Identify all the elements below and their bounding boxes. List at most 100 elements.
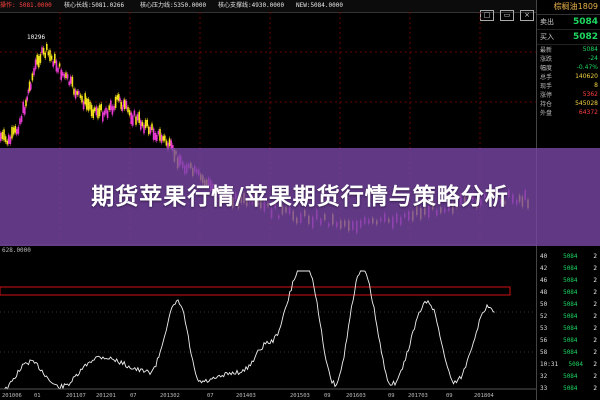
tick-row: 40 5084 2 bbox=[537, 250, 600, 262]
candle-body bbox=[151, 123, 153, 131]
candle-body bbox=[70, 76, 72, 84]
x-label: 07 bbox=[207, 393, 214, 399]
tick-count: 2 bbox=[593, 372, 597, 380]
tick-price: 5084 bbox=[563, 264, 578, 272]
candle-body bbox=[127, 107, 129, 113]
x-label: 01 bbox=[34, 393, 41, 399]
candle-body bbox=[159, 128, 161, 141]
tick-count: 2 bbox=[593, 276, 597, 284]
stat-value: 5362 bbox=[582, 91, 598, 98]
highlight-band bbox=[0, 286, 511, 296]
tick-price: 5084 bbox=[568, 360, 583, 368]
stat-label: 最新 bbox=[540, 47, 553, 54]
candle-body bbox=[78, 91, 80, 95]
tick-time: 33 bbox=[540, 384, 548, 392]
candle-body bbox=[76, 91, 78, 95]
candle-body bbox=[102, 112, 104, 122]
candle-body bbox=[162, 136, 164, 141]
tick-time: 56 bbox=[540, 336, 548, 344]
stat-row: 幅度 -0.47% bbox=[537, 63, 600, 72]
candle-body bbox=[25, 99, 27, 107]
candle-body bbox=[103, 110, 106, 116]
candle-body bbox=[12, 127, 15, 135]
candle-body bbox=[95, 106, 98, 116]
indicator-resistance: 核心压力线:5350.0000 bbox=[140, 2, 207, 9]
stat-row: 涨跌 -24 bbox=[537, 54, 600, 63]
buy-label: 买入 bbox=[540, 33, 554, 41]
x-axis-labels: 201006 01 201107 201201 07 201302 07 201… bbox=[2, 393, 495, 399]
candle-body bbox=[16, 128, 18, 135]
stat-label: 外盘 bbox=[540, 110, 553, 117]
candle-body bbox=[42, 47, 45, 55]
candle-body bbox=[46, 43, 48, 51]
candle-body bbox=[11, 126, 13, 139]
buy-price: 5082 bbox=[572, 32, 598, 42]
candle-body bbox=[54, 53, 56, 64]
stat-value: 545028 bbox=[575, 100, 598, 107]
stat-row: 最新 5084 bbox=[537, 45, 600, 54]
candle-body bbox=[58, 63, 61, 67]
candle-body bbox=[157, 130, 160, 135]
indicator-new: NEW:5084.0000 bbox=[296, 2, 343, 9]
candle-body bbox=[87, 98, 90, 111]
candle-body bbox=[119, 98, 121, 102]
sell-price: 5084 bbox=[572, 17, 598, 27]
x-label: 201804 bbox=[474, 393, 495, 399]
candle-body bbox=[39, 54, 42, 63]
tick-time: 42 bbox=[540, 264, 548, 272]
tick-count: 2 bbox=[593, 336, 597, 344]
candle-body bbox=[22, 101, 24, 114]
tick-price: 5084 bbox=[563, 288, 578, 296]
candle-body bbox=[168, 138, 171, 146]
candle-body bbox=[165, 140, 168, 146]
candle-body bbox=[41, 47, 43, 54]
tick-price: 5084 bbox=[563, 276, 578, 284]
tick-price: 5084 bbox=[563, 312, 578, 320]
x-label: 09 bbox=[324, 393, 331, 399]
stat-label: 涨跌 bbox=[540, 56, 553, 63]
title-banner: 期货苹果行情/苹果期货行情与策略分析 bbox=[0, 148, 600, 246]
candle-body bbox=[6, 140, 8, 145]
banner-title: 期货苹果行情/苹果期货行情与策略分析 bbox=[91, 183, 509, 210]
sell-row[interactable]: 卖出 5084 bbox=[537, 15, 600, 30]
stat-value: 64372 bbox=[578, 109, 598, 116]
candle-body bbox=[148, 126, 150, 135]
contract-title[interactable]: 棕榈油1809 bbox=[537, 0, 600, 15]
candle-body bbox=[125, 100, 128, 109]
candle-body bbox=[36, 54, 38, 65]
tick-time: 40 bbox=[540, 252, 548, 260]
peak-price-label: 10296 bbox=[27, 34, 45, 41]
tick-price: 5084 bbox=[563, 336, 578, 344]
candle-body bbox=[94, 107, 96, 112]
indicator-support: 核心支撑线:4930.0000 bbox=[218, 2, 285, 9]
candle-body bbox=[71, 76, 74, 87]
tick-price: 5084 bbox=[563, 300, 578, 308]
candle-body bbox=[47, 51, 50, 56]
stat-row: 涨停 5362 bbox=[537, 90, 600, 99]
x-label: 09 bbox=[388, 393, 395, 399]
candle-body bbox=[124, 99, 126, 110]
tick-list[interactable]: 40 5084 2 42 5084 2 46 5084 2 48 5084 2 50 5084 2 … bbox=[537, 250, 600, 394]
stat-value: 5084 bbox=[582, 46, 598, 53]
stat-row: 持仓 545028 bbox=[537, 99, 600, 108]
candle-body bbox=[84, 93, 86, 105]
candle-body bbox=[132, 115, 134, 126]
tick-price: 5084 bbox=[563, 324, 578, 332]
tick-time: 32 bbox=[540, 372, 548, 380]
candle-body bbox=[30, 83, 32, 90]
candle-body bbox=[133, 110, 136, 116]
candle-body bbox=[86, 98, 88, 110]
candle-body bbox=[136, 114, 139, 121]
candle-body bbox=[110, 100, 112, 111]
tick-time: 48 bbox=[540, 288, 548, 296]
tick-time: 46 bbox=[540, 276, 548, 284]
candle-body bbox=[0, 132, 2, 141]
candle-body bbox=[38, 56, 40, 68]
tick-price: 5084 bbox=[563, 372, 578, 380]
buy-row[interactable]: 买入 5082 bbox=[537, 30, 600, 45]
candle-body bbox=[24, 107, 26, 115]
stat-value: -24 bbox=[588, 55, 598, 62]
tick-count: 2 bbox=[593, 264, 597, 272]
candle-body bbox=[128, 110, 131, 116]
candle-body bbox=[55, 60, 58, 72]
